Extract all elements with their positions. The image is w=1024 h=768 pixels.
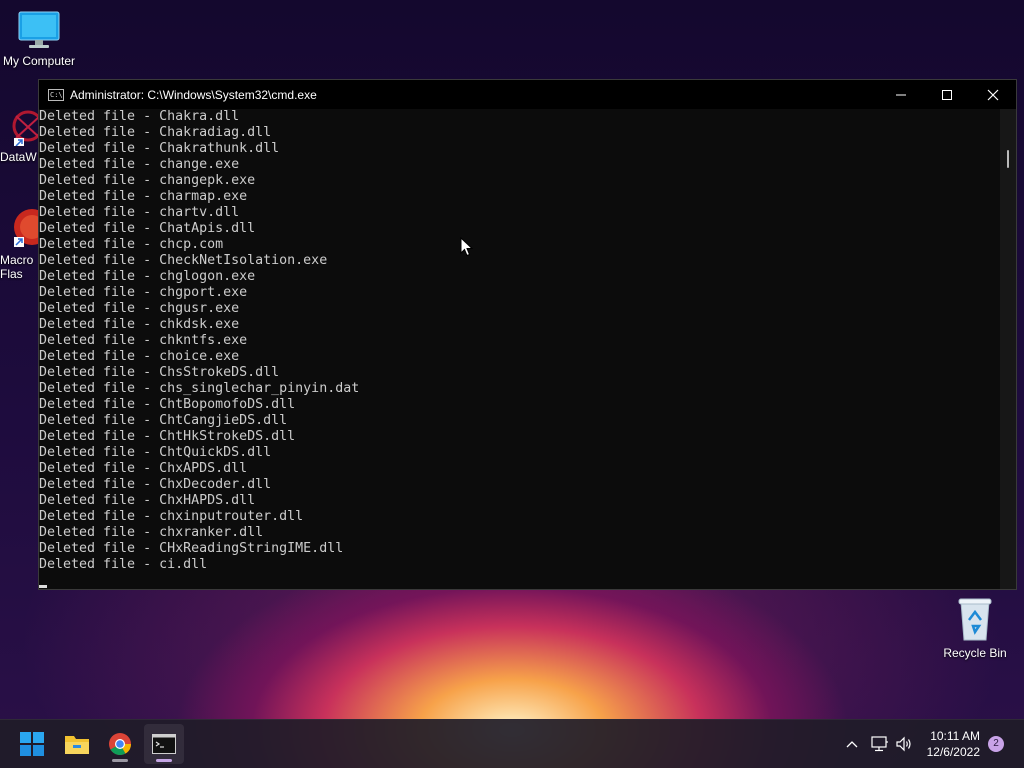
console-line: Deleted file - change.exe xyxy=(39,157,240,172)
desktop-icon-label: DataW xyxy=(0,150,37,164)
command-prompt-icon xyxy=(152,734,176,754)
tray-overflow-button[interactable] xyxy=(840,720,864,768)
maximize-button[interactable] xyxy=(924,80,970,109)
chrome-icon xyxy=(109,733,131,755)
file-explorer-icon xyxy=(65,736,89,754)
desktop-icon-dataw[interactable]: DataW xyxy=(0,110,40,164)
console-line: Deleted file - ChxHAPDS.dll xyxy=(39,493,256,508)
console-line: Deleted file - ChxDecoder.dll xyxy=(39,477,272,492)
console-line: Deleted file - ChtCangjieDS.dll xyxy=(39,413,288,428)
running-indicator xyxy=(112,759,128,762)
console-line: Deleted file - CheckNetIsolation.exe xyxy=(39,253,328,268)
window-titlebar[interactable]: C:\ Administrator: C:\Windows\System32\c… xyxy=(39,80,1016,109)
start-button[interactable] xyxy=(12,724,52,764)
taskbar-clock[interactable]: 10:11 AM 12/6/2022 xyxy=(927,728,980,760)
notification-badge[interactable]: 2 xyxy=(988,736,1004,752)
console-line: Deleted file - ChxAPDS.dll xyxy=(39,461,248,476)
console-line: Deleted file - chs_singlechar_pinyin.dat xyxy=(39,381,360,396)
desktop-icon-label: My Computer xyxy=(2,54,76,68)
console-line: Deleted file - choice.exe xyxy=(39,349,240,364)
network-icon xyxy=(871,736,888,752)
desktop-icon-label: Macro Flas xyxy=(0,253,34,281)
desktop-icon-label: Recycle Bin xyxy=(943,646,1007,660)
mouse-pointer-icon xyxy=(460,237,474,257)
console-line: Deleted file - chkntfs.exe xyxy=(39,333,248,348)
clock-date: 12/6/2022 xyxy=(926,745,980,759)
taskbar-command-prompt[interactable] xyxy=(144,724,184,764)
dataw-icon xyxy=(12,110,40,146)
minimize-icon xyxy=(896,94,906,95)
console-line: Deleted file - ChsStrokeDS.dll xyxy=(39,365,280,380)
close-icon xyxy=(987,89,999,100)
cmd-app-icon[interactable]: C:\ xyxy=(48,88,64,101)
console-cursor xyxy=(39,585,47,588)
console-line: Deleted file - Chakradiag.dll xyxy=(39,125,272,140)
console-line: Deleted file - ChtBopomofoDS.dll xyxy=(39,397,296,412)
maximize-icon xyxy=(942,89,952,100)
console-line: Deleted file - Chakra.dll xyxy=(39,109,240,124)
console-line: Deleted file - ci.dll xyxy=(39,557,208,572)
console-line: Deleted file - chartv.dll xyxy=(39,205,240,220)
clock-time: 10:11 AM xyxy=(930,729,980,743)
flash-icon xyxy=(14,209,40,247)
taskbar: 10:11 AM 12/6/2022 2 xyxy=(0,719,1024,768)
console-line: Deleted file - CHxReadingStringIME.dll xyxy=(39,541,344,556)
console-line: Deleted file - chgport.exe xyxy=(39,285,248,300)
console-output[interactable]: Deleted file - Chakra.dll Deleted file - … xyxy=(39,109,1000,589)
taskbar-file-explorer[interactable] xyxy=(57,724,97,764)
volume-button[interactable] xyxy=(892,720,916,768)
desktop-icon-recycle-bin[interactable]: Recycle Bin xyxy=(936,596,1014,660)
console-line: Deleted file - ChtHkStrokeDS.dll xyxy=(39,429,296,444)
console-line: Deleted file - changepk.exe xyxy=(39,173,256,188)
console-line: Deleted file - chcp.com xyxy=(39,237,224,252)
desktop-icon-macromedia-flash[interactable]: Macro Flas xyxy=(0,205,40,281)
console-line: Deleted file - chxranker.dll xyxy=(39,525,264,540)
taskbar-chrome[interactable] xyxy=(100,724,140,764)
console-line: Deleted file - chgusr.exe xyxy=(39,301,240,316)
chevron-up-icon xyxy=(846,741,858,748)
console-line: Deleted file - ChtQuickDS.dll xyxy=(39,445,272,460)
console-line: Deleted file - chxinputrouter.dll xyxy=(39,509,304,524)
close-button[interactable] xyxy=(970,80,1016,109)
cmd-window[interactable]: C:\ Administrator: C:\Windows\System32\c… xyxy=(38,79,1017,590)
console-line: Deleted file - chglogon.exe xyxy=(39,269,256,284)
recycle-bin-icon xyxy=(958,598,992,641)
console-line: Deleted file - charmap.exe xyxy=(39,189,248,204)
windows-start-icon xyxy=(20,732,44,756)
scrollbar-thumb[interactable] xyxy=(1007,150,1009,168)
desktop-icon-my-computer[interactable]: My Computer xyxy=(2,10,76,68)
monitor-icon xyxy=(18,11,60,48)
console-line: Deleted file - ChatApis.dll xyxy=(39,221,256,236)
minimize-button[interactable] xyxy=(878,80,924,109)
speaker-icon xyxy=(896,736,911,752)
network-button[interactable] xyxy=(868,720,892,768)
window-title: Administrator: C:\Windows\System32\cmd.e… xyxy=(70,87,317,102)
console-scrollbar[interactable] xyxy=(1000,109,1016,589)
console-line: Deleted file - chkdsk.exe xyxy=(39,317,240,332)
active-indicator xyxy=(156,759,172,762)
console-line: Deleted file - Chakrathunk.dll xyxy=(39,141,280,156)
